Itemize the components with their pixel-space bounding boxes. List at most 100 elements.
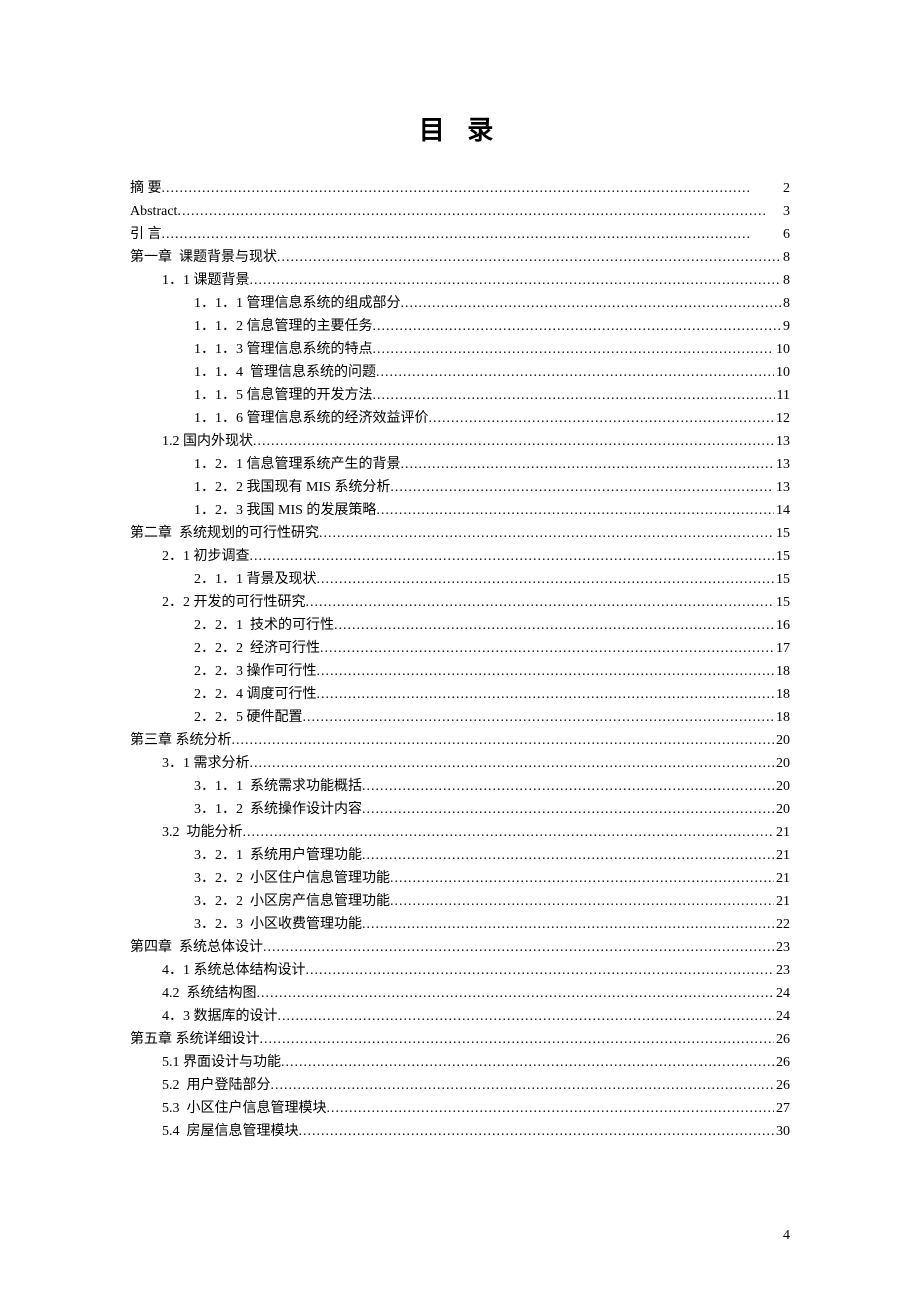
- toc-entry: 1．1．5 信息管理的开发方法 11: [130, 384, 790, 407]
- toc-entry-label: 第二章 系统规划的可行性研究: [130, 522, 319, 545]
- toc-entry: 3．1．1 系统需求功能概括 20: [130, 775, 790, 798]
- toc-entry-page: 20: [774, 798, 790, 821]
- toc-leader-dots: [243, 821, 775, 844]
- toc-entry-page: 22: [774, 913, 790, 936]
- toc-leader-dots: [373, 338, 775, 361]
- toc-title: 目 录: [130, 110, 790, 147]
- toc-entry-page: 30: [774, 1120, 790, 1143]
- toc-entry-page: 21: [774, 890, 790, 913]
- toc-entry-label: 5.3 小区住户信息管理模块: [162, 1097, 327, 1120]
- toc-entry-label: 2．2．2 经济可行性: [194, 637, 320, 660]
- toc-leader-dots: [317, 660, 775, 683]
- toc-entry-page: 8: [781, 246, 790, 269]
- toc-entry: 第五章 系统详细设计 26: [130, 1028, 790, 1051]
- toc-entry: 第二章 系统规划的可行性研究 15: [130, 522, 790, 545]
- toc-entry-page: 21: [774, 867, 790, 890]
- toc-entry-label: 1．1．1 管理信息系统的组成部分: [194, 292, 401, 315]
- toc-entry: 3．2．2 小区房产信息管理功能21: [130, 890, 790, 913]
- toc-entry: 2．2．2 经济可行性17: [130, 637, 790, 660]
- toc-entry-label: 2．2．1 技术的可行性: [194, 614, 334, 637]
- toc-leader-dots: [401, 292, 782, 315]
- toc-leader-dots: [362, 798, 774, 821]
- toc-entry: 1．1．3 管理信息系统的特点10: [130, 338, 790, 361]
- toc-leader-dots: [177, 200, 781, 223]
- toc-entry-page: 15: [774, 591, 790, 614]
- toc-leader-dots: [250, 269, 782, 292]
- toc-entry-label: 3．1．2 系统操作设计内容: [194, 798, 362, 821]
- toc-entry-page: 14: [774, 499, 790, 522]
- toc-entry: 3．2．3 小区收费管理功能 22: [130, 913, 790, 936]
- toc-entry-label: 2．2．5 硬件配置: [194, 706, 303, 729]
- toc-entry-label: 3．2．1 系统用户管理功能: [194, 844, 362, 867]
- toc-entry-label: 1.2 国内外现状: [162, 430, 253, 453]
- toc-leader-dots: [317, 683, 775, 706]
- toc-leader-dots: [278, 1005, 775, 1028]
- toc-entry-label: 引 言: [130, 223, 162, 246]
- toc-entry: 5.4 房屋信息管理模块30: [130, 1120, 790, 1143]
- toc-entry-label: 摘 要: [130, 177, 162, 200]
- toc-leader-dots: [362, 775, 774, 798]
- toc-entry-page: 13: [774, 430, 790, 453]
- toc-list: 摘 要2Abstract3引 言6第一章 课题背景与现状81．1 课题背景81．…: [130, 177, 790, 1143]
- toc-entry: 4．1 系统总体结构设计23: [130, 959, 790, 982]
- toc-entry-label: 3．2．3 小区收费管理功能: [194, 913, 362, 936]
- toc-leader-dots: [320, 637, 774, 660]
- toc-entry: 引 言6: [130, 223, 790, 246]
- toc-entry: Abstract3: [130, 200, 790, 223]
- toc-entry-label: 1．1．5 信息管理的开发方法: [194, 384, 373, 407]
- toc-leader-dots: [376, 499, 774, 522]
- toc-leader-dots: [317, 568, 775, 591]
- toc-entry-page: 15: [774, 545, 790, 568]
- toc-entry: 1.2 国内外现状 13: [130, 430, 790, 453]
- toc-entry-label: 3．1．1 系统需求功能概括: [194, 775, 362, 798]
- toc-entry-label: 2．1 初步调查: [162, 545, 250, 568]
- toc-entry-page: 20: [774, 729, 790, 752]
- toc-leader-dots: [327, 1097, 775, 1120]
- toc-entry-label: 第五章 系统详细设计: [130, 1028, 260, 1051]
- toc-entry-label: 1．1 课题背景: [162, 269, 250, 292]
- toc-entry-page: 21: [774, 844, 790, 867]
- toc-entry-page: 26: [774, 1028, 790, 1051]
- toc-leader-dots: [401, 453, 775, 476]
- toc-entry-label: 第四章 系统总体设计: [130, 936, 263, 959]
- toc-entry-page: 11: [775, 384, 790, 407]
- toc-leader-dots: [277, 246, 781, 269]
- toc-entry-label: 第一章 课题背景与现状: [130, 246, 277, 269]
- toc-entry: 3．1 需求分析20: [130, 752, 790, 775]
- toc-entry-page: 18: [774, 706, 790, 729]
- toc-entry-label: 2．1．1 背景及现状: [194, 568, 317, 591]
- toc-entry-page: 15: [774, 522, 790, 545]
- toc-entry-label: 1．1．2 信息管理的主要任务: [194, 315, 373, 338]
- toc-leader-dots: [250, 752, 775, 775]
- toc-entry-page: 2: [781, 177, 790, 200]
- toc-leader-dots: [390, 890, 774, 913]
- page-content: 目 录 摘 要2Abstract3引 言6第一章 课题背景与现状81．1 课题背…: [0, 0, 920, 1223]
- toc-entry: 4．3 数据库的设计24: [130, 1005, 790, 1028]
- toc-leader-dots: [253, 430, 774, 453]
- toc-entry-label: 第三章 系统分析: [130, 729, 232, 752]
- toc-entry: 摘 要 2: [130, 177, 790, 200]
- toc-entry: 1．1．4 管理信息系统的问题10: [130, 361, 790, 384]
- toc-entry: 2．2．5 硬件配置 18: [130, 706, 790, 729]
- toc-leader-dots: [373, 384, 775, 407]
- toc-leader-dots: [281, 1051, 774, 1074]
- toc-entry-label: 1．2．1 信息管理系统产生的背景: [194, 453, 401, 476]
- toc-entry-page: 12: [774, 407, 790, 430]
- toc-leader-dots: [373, 315, 782, 338]
- toc-entry-label: 4．3 数据库的设计: [162, 1005, 278, 1028]
- toc-entry-label: 1．2．2 我国现有 MIS 系统分析: [194, 476, 390, 499]
- toc-entry-page: 26: [774, 1074, 790, 1097]
- toc-entry-label: 2．2 开发的可行性研究: [162, 591, 306, 614]
- toc-entry: 第三章 系统分析 20: [130, 729, 790, 752]
- toc-leader-dots: [390, 476, 774, 499]
- toc-entry: 4.2 系统结构图24: [130, 982, 790, 1005]
- toc-entry-page: 10: [774, 361, 790, 384]
- toc-leader-dots: [162, 177, 782, 200]
- toc-entry-page: 20: [774, 752, 790, 775]
- toc-entry-label: 1．2．3 我国 MIS 的发展策略: [194, 499, 376, 522]
- toc-leader-dots: [162, 223, 782, 246]
- toc-entry-page: 16: [774, 614, 790, 637]
- toc-entry: 1．1 课题背景 8: [130, 269, 790, 292]
- toc-entry-page: 8: [781, 269, 790, 292]
- toc-entry-page: 20: [774, 775, 790, 798]
